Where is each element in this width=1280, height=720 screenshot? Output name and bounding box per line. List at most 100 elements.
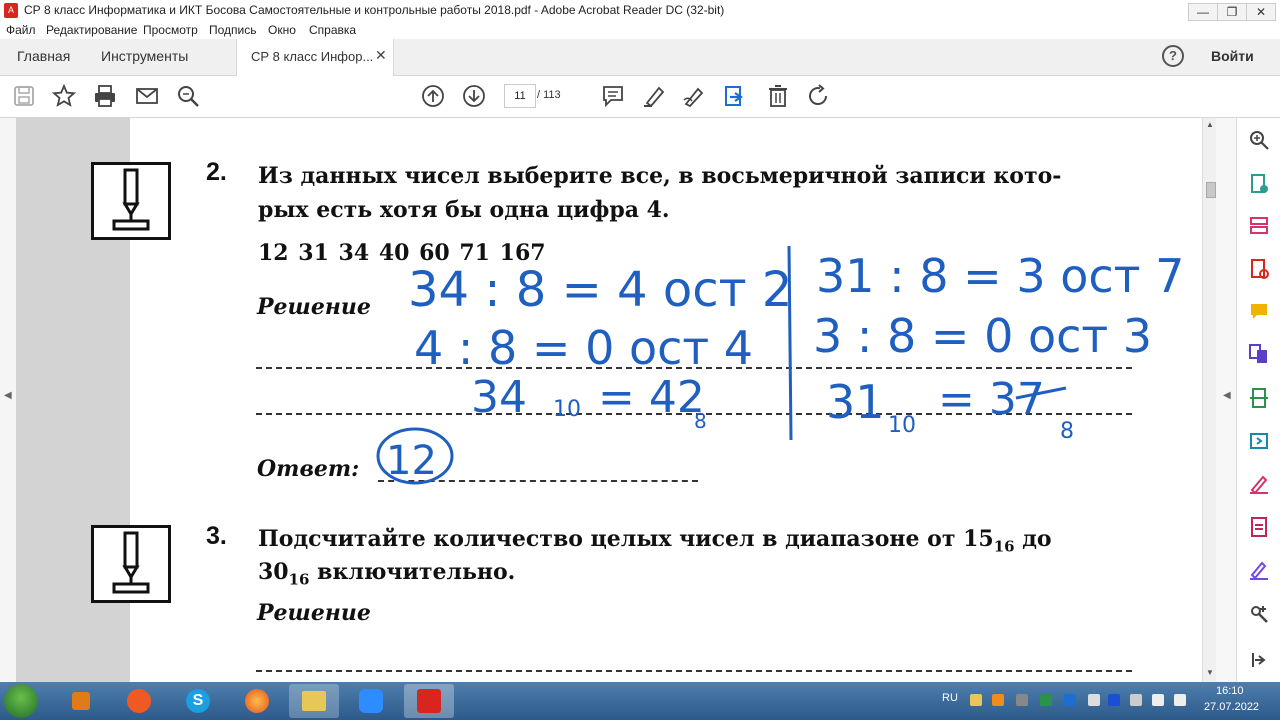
- task-3-sub2: 16: [288, 570, 310, 589]
- email-icon[interactable]: [135, 84, 159, 108]
- tray-icon[interactable]: [1064, 694, 1076, 706]
- pdf-page: 2. Из данных чисел выберите все, в восьм…: [16, 118, 1202, 682]
- tray-icon[interactable]: [1130, 694, 1142, 706]
- sign-in-button[interactable]: Войти: [1211, 48, 1254, 64]
- bluetooth-icon[interactable]: [1108, 694, 1120, 706]
- menu-file[interactable]: Файл: [6, 23, 36, 37]
- tray-icon[interactable]: [1088, 694, 1100, 706]
- right-panel-toggle[interactable]: ◀: [1216, 118, 1236, 682]
- hw-divider-line: [787, 245, 793, 441]
- tab-bar: Главная Инструменты: [0, 39, 1280, 76]
- draw-pencil-icon[interactable]: [682, 84, 706, 108]
- restore-button[interactable]: ❐: [1217, 3, 1247, 21]
- hw-right-eq37: = 37: [938, 374, 1045, 425]
- document-viewport[interactable]: ◀ 2. Из данных чисел выберите все, в вос…: [0, 118, 1236, 682]
- star-bookmark-icon[interactable]: [52, 84, 76, 108]
- hw-left-sub10: 10: [553, 397, 581, 422]
- right-tools-panel: [1236, 118, 1280, 682]
- previous-page-icon[interactable]: [421, 84, 445, 108]
- create-pdf-icon[interactable]: [1249, 259, 1269, 279]
- task-3-text-a: Подсчитайте количество целых чисел в диа…: [258, 526, 994, 552]
- task-3-text-b: до: [1014, 526, 1052, 552]
- davinci-taskbar-icon[interactable]: [114, 684, 164, 718]
- rotate-icon[interactable]: [806, 84, 830, 108]
- combine-files-icon[interactable]: [1249, 344, 1269, 364]
- clock-date[interactable]: 27.07.2022: [1204, 701, 1259, 713]
- menu-window[interactable]: Окно: [268, 23, 296, 37]
- hw-right-line2: 3 : 8 = 0 ост 3: [813, 309, 1152, 363]
- request-signature-icon[interactable]: [1249, 560, 1269, 580]
- task-3-text-d: включительно.: [309, 559, 516, 585]
- hw-left-34: 34: [471, 372, 527, 423]
- menu-edit[interactable]: Редактирование: [46, 23, 137, 37]
- vertical-scrollbar[interactable]: ▲ ▼: [1202, 118, 1217, 682]
- page-number-input[interactable]: 11: [504, 84, 536, 108]
- share-edit-icon[interactable]: [723, 84, 747, 108]
- network-icon[interactable]: [1152, 694, 1164, 706]
- share-icon[interactable]: [1249, 431, 1269, 451]
- export-pdf-icon[interactable]: [1249, 174, 1269, 194]
- task-3-solution-label: Решение: [257, 600, 371, 626]
- explorer-taskbar-icon[interactable]: [289, 684, 339, 718]
- hw-left-sub8: 8: [694, 409, 707, 433]
- language-indicator[interactable]: RU: [942, 692, 958, 704]
- collapse-tools-icon[interactable]: [1249, 650, 1269, 670]
- tab-tools[interactable]: Инструменты: [101, 48, 188, 64]
- zoom-taskbar-icon[interactable]: [346, 684, 396, 718]
- clock-time[interactable]: 16:10: [1216, 685, 1244, 697]
- zoom-search-icon[interactable]: [1249, 130, 1269, 150]
- hw-right-line1: 31 : 8 = 3 ост 7: [816, 249, 1184, 303]
- hw-right-31: 31: [826, 375, 885, 429]
- fill-sign-icon[interactable]: [1249, 474, 1269, 494]
- next-page-icon[interactable]: [462, 84, 486, 108]
- collapse-right-panel-icon[interactable]: ◀: [1223, 390, 1231, 401]
- save-icon[interactable]: [12, 84, 36, 108]
- skype-taskbar-icon[interactable]: S: [173, 684, 223, 718]
- window-title: СР 8 класс Информатика и ИКТ Босова Само…: [24, 3, 725, 17]
- tab-document-label: СР 8 класс Инфор...: [251, 49, 374, 64]
- title-bar: A СР 8 класс Информатика и ИКТ Босова Са…: [0, 0, 1280, 23]
- menu-sign[interactable]: Подпись: [209, 23, 257, 37]
- task-3-text-line2: 3016 включительно.: [258, 555, 515, 596]
- tab-close-icon[interactable]: ✕: [375, 47, 387, 64]
- media-player-taskbar-icon[interactable]: [56, 684, 106, 718]
- firefox-taskbar-icon[interactable]: [232, 684, 282, 718]
- menu-view[interactable]: Просмотр: [143, 23, 198, 37]
- edit-pdf-icon[interactable]: [1249, 517, 1269, 537]
- help-icon[interactable]: ?: [1162, 45, 1184, 67]
- left-panel-toggle[interactable]: ◀: [0, 118, 16, 682]
- compress-pdf-icon[interactable]: [1249, 388, 1269, 408]
- minimize-button[interactable]: —: [1188, 3, 1218, 21]
- task-3-text-c: 30: [258, 559, 289, 585]
- print-icon[interactable]: [93, 84, 117, 108]
- organize-pages-icon[interactable]: [1249, 216, 1269, 236]
- hw-left-line2: 4 : 8 = 0 ост 4: [414, 321, 753, 375]
- scroll-up-icon[interactable]: ▲: [1206, 120, 1214, 129]
- dashed-line: [256, 670, 1132, 672]
- search-icon[interactable]: [176, 84, 200, 108]
- tab-home[interactable]: Главная: [17, 48, 70, 64]
- close-window-button[interactable]: ✕: [1246, 3, 1276, 21]
- highlight-pen-icon[interactable]: [642, 84, 666, 108]
- task-3-sub1: 16: [993, 537, 1015, 556]
- comment-tool-icon[interactable]: [1249, 302, 1269, 322]
- acrobat-taskbar-icon[interactable]: [404, 684, 454, 718]
- comment-icon[interactable]: [601, 84, 625, 108]
- delete-icon[interactable]: [766, 84, 790, 108]
- expand-left-panel-icon[interactable]: ◀: [4, 390, 12, 401]
- hw-left-line1: 34 : 8 = 4 ост 2: [408, 262, 792, 318]
- task-3-pencil-icon: [91, 525, 171, 603]
- tab-document[interactable]: СР 8 класс Инфор... ✕: [236, 39, 394, 76]
- more-tools-icon[interactable]: [1249, 604, 1269, 624]
- tray-icon[interactable]: [992, 694, 1004, 706]
- volume-icon[interactable]: [1174, 694, 1186, 706]
- scroll-down-icon[interactable]: ▼: [1206, 668, 1214, 677]
- menu-bar: Файл Редактирование Просмотр Подпись Окн…: [0, 22, 1280, 39]
- tray-icon[interactable]: [970, 694, 982, 706]
- tray-icon[interactable]: [1016, 694, 1028, 706]
- scroll-thumb[interactable]: [1206, 182, 1216, 198]
- windows-start-button[interactable]: [4, 684, 38, 718]
- menu-help[interactable]: Справка: [309, 23, 356, 37]
- toolbar: 11 / 113: [0, 76, 1280, 118]
- tray-icon[interactable]: [1040, 694, 1052, 706]
